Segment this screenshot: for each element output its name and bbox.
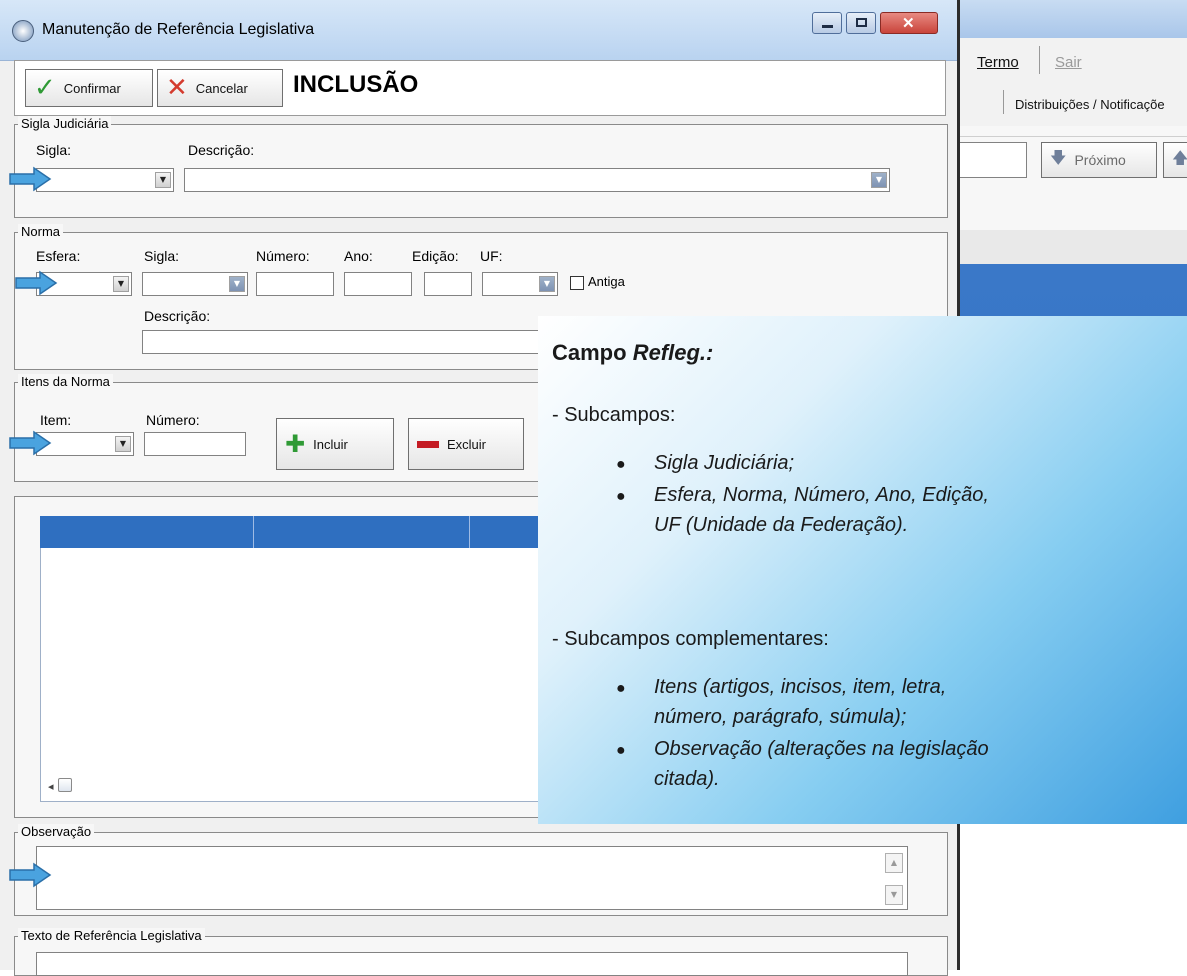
minimize-button[interactable] <box>812 12 842 34</box>
bullet-icon: ● <box>616 456 626 473</box>
close-icon: ✕ <box>902 15 915 32</box>
itens-norma-legend: Itens da Norma <box>18 374 113 389</box>
uf-label: UF: <box>480 248 503 264</box>
plus-icon: ✚ <box>285 430 306 458</box>
items-grid-header <box>40 516 540 548</box>
chevron-down-icon: ▼ <box>539 276 555 292</box>
arrow-down-icon: 🡇 <box>1050 147 1067 167</box>
callout-bullet-continued: número, parágrafo, súmula); <box>654 706 907 728</box>
callout-bullet: Observação (alterações na legislação <box>654 738 989 760</box>
bullet-icon: ● <box>616 680 626 697</box>
window-title: Manutenção de Referência Legislativa <box>42 21 315 38</box>
chevron-down-icon: ▼ <box>871 172 887 188</box>
norma-descricao-label: Descrição: <box>144 308 211 324</box>
callout-bullet: Itens (artigos, incisos, item, letra, <box>654 676 947 698</box>
minimize-icon <box>822 25 833 28</box>
uf-select[interactable]: ▼ <box>482 272 558 296</box>
divider <box>955 136 1187 137</box>
chevron-down-icon: ▼ <box>155 172 171 188</box>
callout-bullet: Esfera, Norma, Número, Ano, Edição, <box>654 484 989 506</box>
action-toolbar: ✓ Confirmar ✕ Cancelar INCLUSÃO <box>14 60 946 116</box>
dialog-titlebar: Manutenção de Referência Legislativa ✕ <box>0 0 957 61</box>
descricao-label: Descrição: <box>188 142 255 158</box>
sigla-label: Sigla: <box>36 142 72 158</box>
callout-bullet-continued: UF (Unidade da Federação). <box>654 514 909 536</box>
bullet-icon: ● <box>616 488 626 505</box>
items-grid <box>40 516 540 802</box>
confirmar-button[interactable]: ✓ Confirmar <box>25 69 153 107</box>
scroll-left-icon[interactable]: ◂ <box>48 780 54 793</box>
tab-separator <box>1003 90 1004 114</box>
record-input[interactable] <box>955 142 1027 178</box>
chevron-down-icon: ▼ <box>229 276 245 292</box>
item-numero-input[interactable] <box>144 432 246 456</box>
edicao-label: Edição: <box>412 248 459 264</box>
callout-bullet: Sigla Judiciária; <box>654 452 795 474</box>
numero-input[interactable] <box>256 272 334 296</box>
previous-button[interactable]: 🡅 <box>1163 142 1187 178</box>
tab-distribuicoes[interactable]: Distribuições / Notificaçõe <box>1015 94 1165 113</box>
menu-termo[interactable]: Termo <box>977 52 1019 71</box>
arrow-up-icon: 🡅 <box>1172 147 1187 167</box>
callout-subcampos-complementares: - Subcampos complementares: <box>552 628 829 650</box>
excluir-button[interactable]: Excluir <box>408 418 524 470</box>
chevron-down-icon: ▼ <box>115 436 131 452</box>
descricao-select[interactable]: ▼ <box>184 168 890 192</box>
texto-ref-textarea[interactable] <box>36 952 908 976</box>
norma-sigla-select[interactable]: ▼ <box>142 272 248 296</box>
cancel-x-icon: ✕ <box>166 73 188 103</box>
edicao-input[interactable] <box>424 272 472 296</box>
antiga-label: Antiga <box>588 274 625 289</box>
arrow-right-icon <box>9 430 52 456</box>
callout-title: Campo Refleg.: <box>552 340 714 365</box>
callout-bullet-continued: citada). <box>654 768 720 790</box>
chevron-down-icon: ▼ <box>113 276 129 292</box>
item-numero-label: Número: <box>146 412 200 428</box>
close-button[interactable]: ✕ <box>880 12 938 34</box>
mode-heading: INCLUSÃO <box>293 71 419 98</box>
norma-sigla-label: Sigla: <box>144 248 180 264</box>
esfera-label: Esfera: <box>36 248 81 264</box>
observacao-legend: Observação <box>18 824 95 839</box>
sigla-select[interactable]: ▼ <box>36 168 174 192</box>
sigla-judiciaria-legend: Sigla Judiciária <box>18 116 112 131</box>
scrollbar-thumb[interactable] <box>58 778 72 792</box>
checkmark-icon: ✓ <box>34 73 56 103</box>
scroll-down-icon[interactable]: ▼ <box>885 885 903 905</box>
antiga-checkbox[interactable] <box>570 276 584 290</box>
maximize-button[interactable] <box>846 12 876 34</box>
background-nav-area: 🡇 Próximo 🡅 <box>955 126 1187 230</box>
norma-descricao-input[interactable] <box>142 330 542 354</box>
incluir-button[interactable]: ✚ Incluir <box>276 418 394 470</box>
background-window-titlebar <box>955 0 1187 38</box>
arrow-right-icon <box>9 166 52 192</box>
callout-panel: Campo Refleg.: - Subcampos: ● Sigla Judi… <box>538 316 1187 824</box>
menu-sair[interactable]: Sair <box>1055 52 1082 71</box>
grid-column-2[interactable] <box>254 516 470 548</box>
item-label: Item: <box>40 412 72 428</box>
norma-legend: Norma <box>18 224 64 239</box>
scroll-up-icon[interactable]: ▲ <box>885 853 903 873</box>
ano-label: Ano: <box>344 248 373 264</box>
proximo-button[interactable]: 🡇 Próximo <box>1041 142 1157 178</box>
grid-column-1[interactable] <box>40 516 254 548</box>
bullet-icon: ● <box>616 742 626 759</box>
callout-subcampos: - Subcampos: <box>552 404 676 426</box>
app-icon <box>12 20 34 42</box>
observacao-textarea[interactable]: ▲ ▼ <box>36 846 908 910</box>
maximize-icon <box>856 18 867 27</box>
cancelar-button[interactable]: ✕ Cancelar <box>157 69 283 107</box>
background-strip <box>955 230 1187 265</box>
numero-label: Número: <box>256 248 310 264</box>
arrow-right-icon <box>15 270 58 296</box>
arrow-right-icon <box>9 862 52 888</box>
minus-icon <box>417 440 439 448</box>
texto-ref-legend: Texto de Referência Legislativa <box>18 928 205 943</box>
ano-input[interactable] <box>344 272 412 296</box>
menu-separator <box>1039 46 1040 74</box>
background-window-toolbar: Termo Sair Distribuições / Notificaçõe <box>955 38 1187 127</box>
